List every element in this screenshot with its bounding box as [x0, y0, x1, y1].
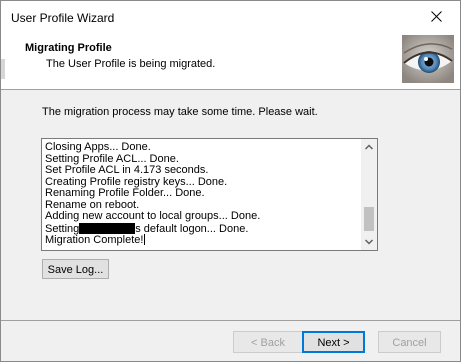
back-button[interactable]: < Back: [233, 331, 303, 353]
wizard-footer: < Back Next > Cancel: [1, 320, 460, 361]
scroll-up-button[interactable]: [361, 139, 377, 155]
cancel-button[interactable]: Cancel: [378, 331, 441, 353]
title-bar: User Profile Wizard: [1, 1, 460, 32]
log-line: Adding new account to local groups... Do…: [45, 210, 261, 222]
log-lines: Closing Apps... Done. Setting Profile AC…: [45, 141, 261, 246]
log-line-suffix: s default logon... Done.: [135, 222, 249, 235]
migration-log[interactable]: Closing Apps... Done. Setting Profile AC…: [41, 138, 378, 251]
log-line: Closing Apps... Done.: [45, 141, 151, 153]
log-line: Renaming Profile Folder... Done.: [45, 187, 205, 199]
log-line-final: Migration Complete!: [45, 234, 144, 246]
log-line-redacted: Setting s default logon... Done.: [45, 222, 260, 235]
wizard-window: User Profile Wizard Migrating Profile Th…: [0, 0, 461, 362]
chevron-up-icon: [365, 144, 373, 150]
chevron-down-icon: [365, 239, 373, 245]
log-line-prefix: Setting: [45, 222, 80, 235]
page-title: Migrating Profile: [25, 42, 112, 54]
save-log-button[interactable]: Save Log...: [42, 259, 109, 279]
eye-icon: [402, 35, 454, 83]
close-icon: [431, 11, 442, 22]
left-edge-strip: [1, 59, 5, 79]
wait-message: The migration process may take some time…: [42, 106, 318, 118]
log-line: Set Profile ACL in 4.173 seconds.: [45, 164, 209, 176]
redaction-bar: [79, 222, 136, 234]
next-button[interactable]: Next >: [302, 331, 365, 353]
scroll-thumb[interactable]: [364, 207, 374, 231]
log-scrollbar[interactable]: [361, 139, 377, 250]
close-button[interactable]: [414, 1, 460, 32]
page-subtitle: The User Profile is being migrated.: [46, 58, 216, 70]
scroll-down-button[interactable]: [361, 234, 377, 250]
wizard-header: Migrating Profile The User Profile is be…: [1, 32, 460, 90]
window-title: User Profile Wizard: [11, 11, 115, 25]
text-caret: [144, 234, 146, 245]
wizard-content: The migration process may take some time…: [1, 90, 460, 320]
log-line-last: Migration Complete!: [45, 234, 260, 246]
